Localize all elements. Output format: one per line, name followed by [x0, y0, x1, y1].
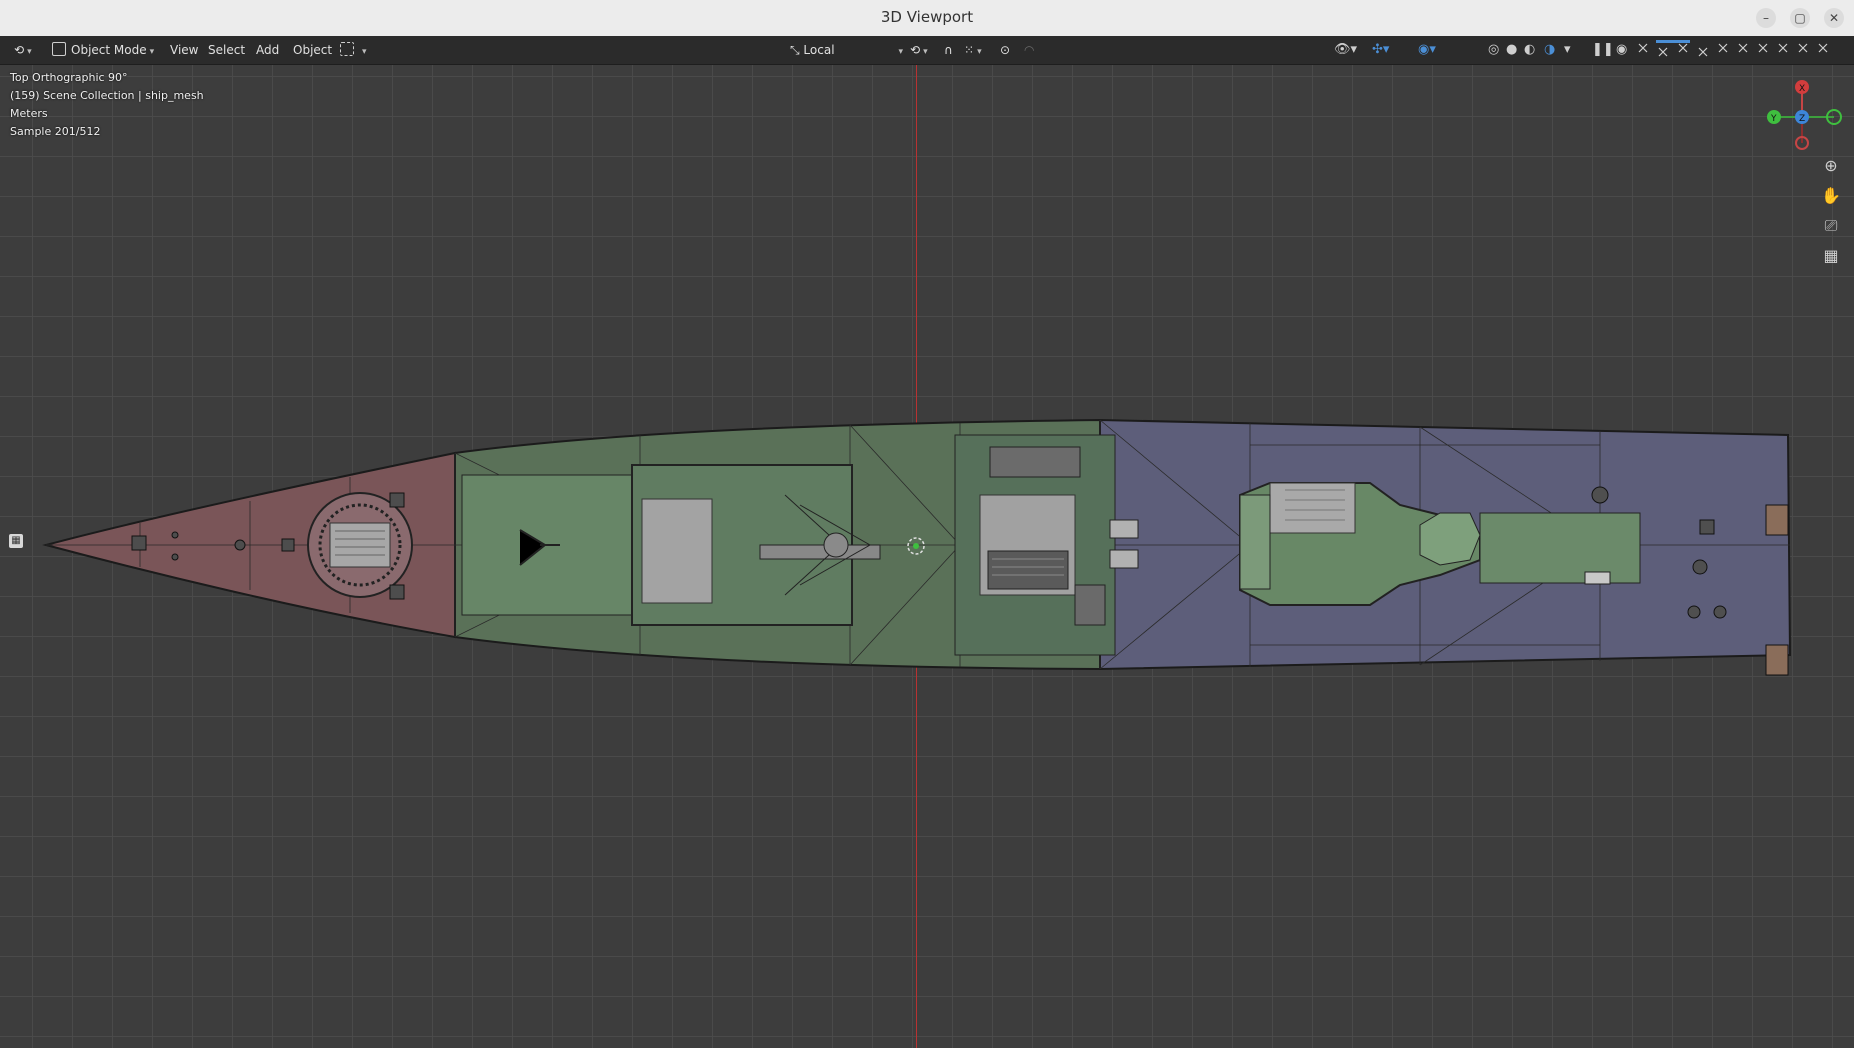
overlay-toggle[interactable]: ◉▾: [1418, 40, 1436, 60]
editor-type-selector[interactable]: ⟲ ▾: [10, 40, 36, 60]
menu-object[interactable]: Object: [289, 40, 336, 60]
pause-icon: ❚❚: [1592, 42, 1614, 57]
bow-turret: [307, 492, 413, 598]
gizmo-x-label: X: [1799, 84, 1805, 94]
snap-grid-icon: ⁙: [964, 43, 975, 57]
window-title: 3D Viewport: [880, 8, 974, 26]
viewport-header: ⟲ ▾ Object Mode ▾ View Select Add Object ▾…: [0, 36, 1854, 65]
pan-button[interactable]: ✋: [1818, 183, 1844, 209]
gizmo-z-label: Z: [1799, 114, 1805, 124]
restrict-view-toggle[interactable]: ◉: [1616, 40, 1627, 60]
menu-add[interactable]: Add: [252, 40, 283, 60]
magnet-icon: ∩: [944, 43, 953, 57]
chevron-down-icon: ▾: [977, 47, 982, 57]
editor-type-icon: ⟲: [14, 43, 25, 57]
pivot-icon: ⟲: [910, 43, 921, 57]
eye-select-icon: 👁: [1334, 42, 1351, 57]
orientation-label: Local: [803, 43, 835, 57]
gizmo-y-label: Y: [1770, 114, 1777, 124]
snap-selector[interactable]: ⁙ ▾: [960, 40, 986, 60]
chevron-down-icon: ▾: [898, 47, 904, 57]
shading-material[interactable]: ◐: [1524, 40, 1535, 60]
close-button[interactable]: ✕: [1824, 8, 1844, 28]
viewport-canvas[interactable]: Top Orthographic 90° (159) Scene Collect…: [0, 65, 1854, 1048]
draw-icon: [340, 42, 354, 56]
proportional-edit-toggle[interactable]: ⊙: [996, 40, 1014, 60]
menu-select[interactable]: Select: [204, 40, 249, 60]
menu-view[interactable]: View: [166, 40, 202, 60]
chevron-down-icon: ▾: [1382, 42, 1390, 57]
midship-block: [954, 434, 1139, 656]
chevron-down-icon: ▾: [149, 47, 155, 57]
maximize-button[interactable]: ▢: [1790, 8, 1810, 28]
toolbar-toggle-icon[interactable]: ▦: [9, 534, 23, 548]
zoom-button[interactable]: ⊕: [1818, 153, 1844, 179]
shading-options[interactable]: ▾: [1564, 40, 1571, 60]
visibility-selector[interactable]: 👁▾: [1334, 40, 1357, 60]
chevron-down-icon: ▾: [1350, 42, 1358, 57]
falloff-selector[interactable]: ◠: [1020, 40, 1038, 60]
minimize-button[interactable]: –: [1756, 8, 1776, 28]
chevron-down-icon: ▾: [27, 47, 32, 57]
snap-toggle[interactable]: ∩: [940, 40, 957, 60]
gpencil-selector[interactable]: ▾: [336, 40, 371, 60]
overlay-icon: ◉: [1418, 42, 1430, 57]
toggle-ortho-button[interactable]: ▦: [1818, 243, 1844, 269]
chevron-down-icon: ▾: [923, 47, 928, 57]
window-titlebar: 3D Viewport – ▢ ✕: [0, 0, 1854, 37]
shading-solid[interactable]: ●: [1506, 40, 1517, 60]
eye-icon: ◉: [1616, 42, 1628, 57]
chevron-down-icon: ▾: [362, 47, 367, 57]
pause-render-button[interactable]: ❚❚: [1592, 40, 1614, 60]
ship-mesh[interactable]: [0, 65, 1854, 1048]
transform-orientation-selector[interactable]: ⤡ Local ▾: [786, 40, 907, 60]
proportional-edit-icon: ⊙: [1000, 43, 1011, 57]
mode-label: Object Mode: [71, 43, 147, 57]
falloff-icon: ◠: [1024, 43, 1035, 57]
shading-wireframe[interactable]: ◎: [1488, 40, 1499, 60]
chevron-down-icon: ▾: [1564, 42, 1571, 57]
collection-toggles[interactable]: [1636, 40, 1846, 60]
x-icon-strip: [1638, 40, 1828, 57]
orientation-icon: ⤡: [790, 43, 804, 57]
gizmo-icon: ✣: [1372, 42, 1383, 57]
gizmo-toggle[interactable]: ✣▾: [1372, 40, 1389, 60]
mode-selector[interactable]: Object Mode ▾: [48, 40, 158, 60]
shading-rendered[interactable]: ◑: [1544, 40, 1555, 60]
camera-view-button[interactable]: ⎚: [1818, 213, 1844, 239]
pivot-selector[interactable]: ⟲ ▾: [906, 40, 932, 60]
object-mode-icon: [52, 42, 66, 56]
forward-superstructure: [461, 464, 881, 626]
chevron-down-icon: ▾: [1429, 42, 1436, 57]
